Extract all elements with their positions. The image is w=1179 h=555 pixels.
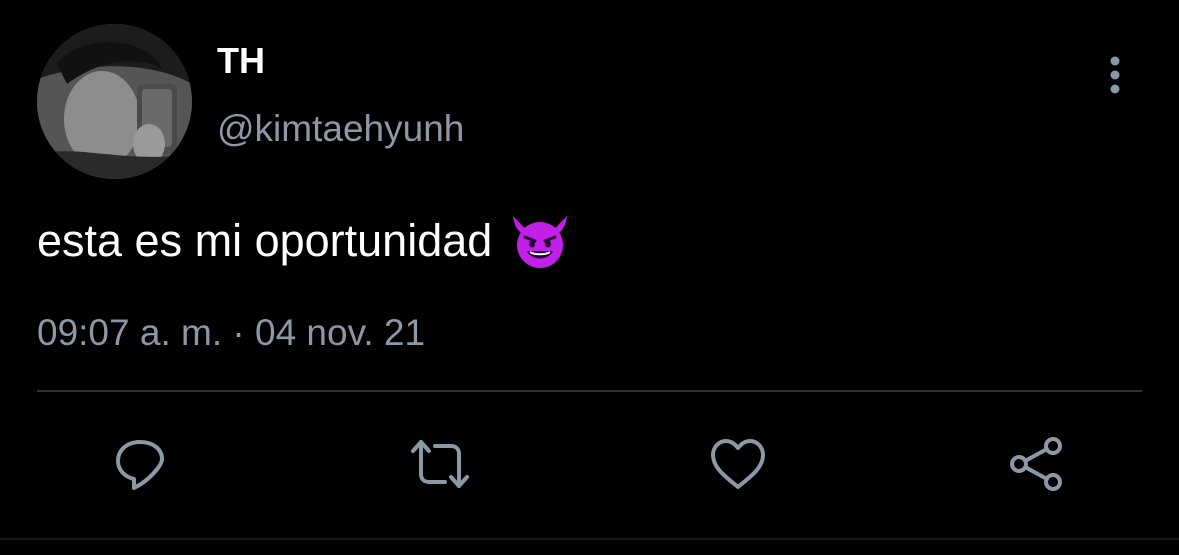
reply-button[interactable] [109, 433, 171, 495]
reply-icon [116, 440, 164, 490]
retweet-button[interactable] [409, 433, 471, 495]
divider [37, 390, 1142, 392]
display-name[interactable]: TH [217, 41, 265, 81]
avatar[interactable] [37, 24, 192, 179]
share-button[interactable] [1006, 433, 1068, 495]
tweet-timestamp: 09:07 a. m. · 04 nov. 21 [37, 312, 426, 353]
share-icon [1010, 437, 1062, 491]
smiling-face-with-horns-icon [510, 213, 570, 269]
more-vertical-icon [1110, 56, 1120, 94]
retweet-icon [411, 440, 469, 488]
tweet-text: esta es mi oportunidad [37, 213, 570, 269]
heart-icon [711, 439, 765, 489]
bottom-divider [0, 538, 1179, 540]
user-handle[interactable]: @kimtaehyunh [217, 108, 464, 150]
like-button[interactable] [707, 433, 769, 495]
tweet: TH @kimtaehyunh esta es mi oportunidad 0… [0, 0, 1179, 555]
more-options-button[interactable] [1100, 52, 1130, 98]
tweet-text-content: esta es mi oportunidad [37, 215, 493, 266]
